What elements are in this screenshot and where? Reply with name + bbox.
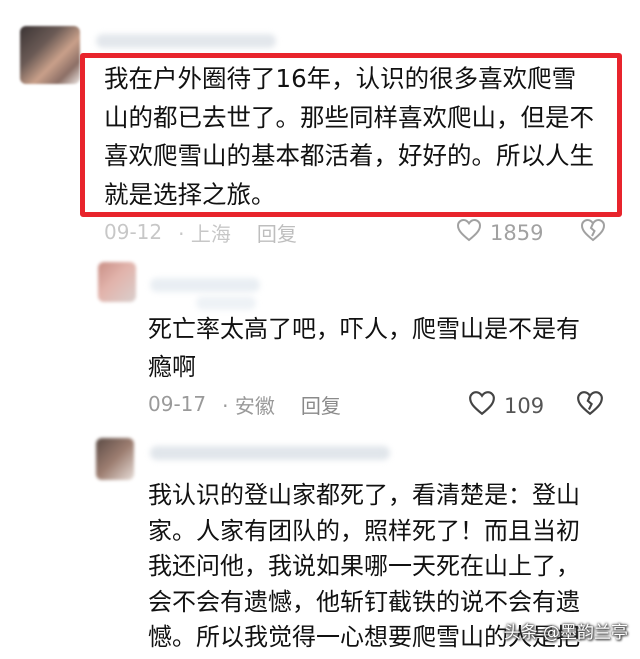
- reply-button[interactable]: 回复: [257, 218, 297, 247]
- heart-outline-icon: [468, 390, 496, 421]
- reply-button[interactable]: 回复: [301, 390, 341, 419]
- avatar[interactable]: [98, 262, 136, 302]
- username-blurred[interactable]: [96, 34, 276, 48]
- broken-heart-icon: [580, 218, 606, 246]
- comment-text: 死亡率太高了吧，吓人，爬雪山是不是有 瘾啊: [148, 315, 580, 381]
- comment-location: · 上海: [178, 221, 231, 246]
- like-button[interactable]: 1859: [456, 218, 543, 247]
- username-blurred[interactable]: [150, 278, 260, 292]
- comment-location: · 安徽: [222, 393, 275, 418]
- user-tag-blurred: [196, 296, 256, 310]
- watermark: 头条 @墨韵兰亭: [503, 623, 628, 643]
- comment-meta: 09-17 · 安徽 回复: [148, 390, 618, 418]
- dislike-button[interactable]: [576, 390, 604, 420]
- comment-date: 09-17: [148, 392, 207, 416]
- avatar[interactable]: [96, 438, 134, 480]
- broken-heart-icon: [576, 391, 604, 420]
- like-button[interactable]: 109: [468, 390, 544, 421]
- comment-meta: 09-12 · 上海 回复: [104, 218, 624, 246]
- like-count: 109: [504, 393, 545, 418]
- like-count: 1859: [490, 220, 544, 245]
- heart-outline-icon: [456, 218, 482, 247]
- username-blurred[interactable]: [150, 446, 390, 460]
- dislike-button[interactable]: [580, 218, 606, 246]
- comment-date: 09-12: [104, 220, 163, 244]
- comment-text: 我在户外圈待了16年，认识的很多喜欢爬雪 山的都已去世了。那些同样喜欢爬山，但是…: [104, 64, 594, 209]
- avatar[interactable]: [20, 26, 80, 84]
